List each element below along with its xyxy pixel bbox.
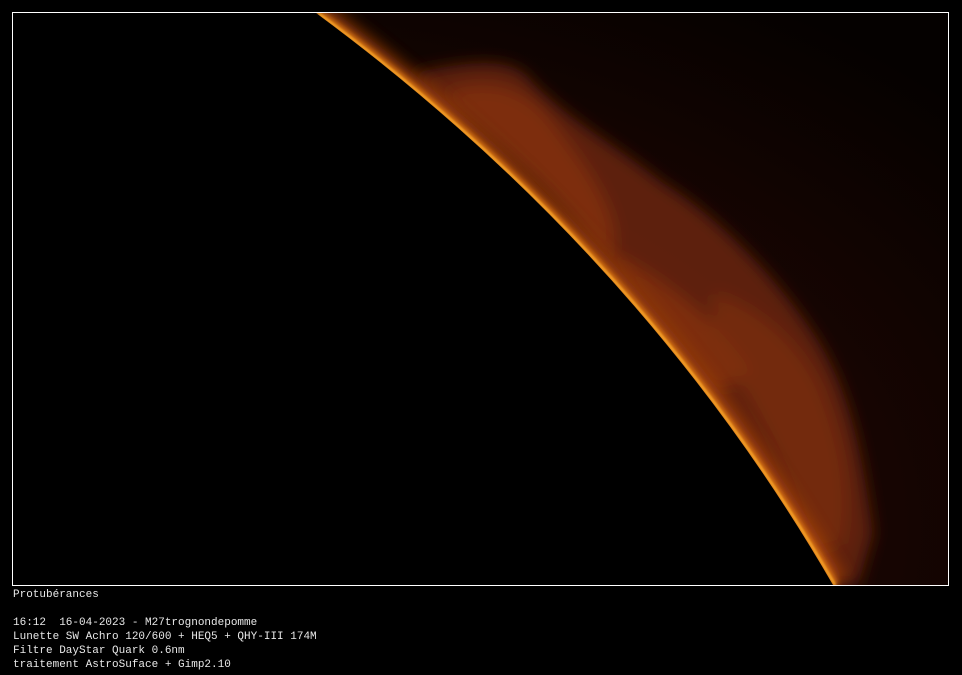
caption-date-author: 16:12 16-04-2023 - M27trognondepomme: [13, 617, 258, 629]
sun-limb-image: [13, 13, 948, 585]
caption-processing: traitement AstroSuface + Gimp2.10: [13, 659, 231, 671]
caption-equipment: Lunette SW Achro 120/600 + HEQ5 + QHY-II…: [13, 631, 317, 643]
caption-title: Protubérances: [13, 589, 99, 601]
caption-filter: Filtre DayStar Quark 0.6nm: [13, 645, 185, 657]
solar-photo: [12, 12, 949, 586]
